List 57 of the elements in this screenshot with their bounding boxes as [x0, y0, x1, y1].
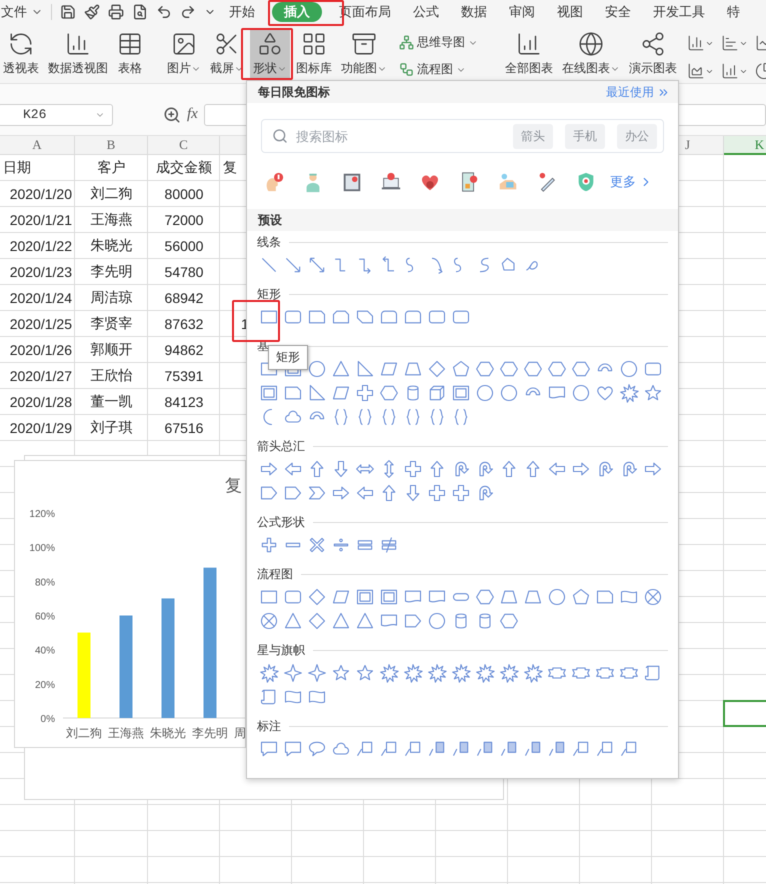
table-cell-text: 2020/1/26	[8, 340, 73, 360]
table-cell-text: 94862	[164, 340, 204, 360]
axis-label: 100%	[29, 543, 55, 554]
table-cell-text: 87632	[164, 314, 204, 334]
table-cell-text: 朱晓光	[90, 236, 134, 254]
section-title: 箭头总汇	[257, 438, 305, 454]
table-cell-text: 李贤宰	[90, 314, 134, 332]
axis-label: 80%	[34, 577, 55, 588]
table-cell-text: 郭顺开	[90, 340, 134, 358]
axis-label: 40%	[34, 646, 55, 657]
category-label: 李先明	[192, 726, 228, 740]
section-title: 线条	[257, 234, 281, 250]
table-cell-text: 2020/1/22	[8, 236, 73, 256]
axis-label: 120%	[29, 509, 55, 520]
table-cell-text: 84123	[164, 392, 204, 412]
section-band: 预设	[247, 209, 678, 231]
table-cell-text: 刘二狗	[90, 184, 134, 202]
table-cell-text: 刘子琪	[90, 418, 134, 436]
section-title: 星与旗帜	[257, 642, 305, 658]
axis-label: 20%	[34, 680, 55, 691]
table-cell-text: 54780	[164, 262, 204, 282]
section-title: 流程图	[257, 566, 293, 582]
table-cell-text: 周洁琼	[90, 288, 134, 306]
table-cell-text: 75391	[164, 366, 204, 386]
table-cell-text: 2020/1/29	[8, 418, 73, 438]
column-title: 客户	[96, 158, 126, 176]
axis-label: 0%	[40, 714, 55, 725]
table-cell-text: 王海燕	[90, 210, 134, 228]
table-cell-text: 2020/1/24	[8, 288, 73, 308]
table-cell-text: 董一凯	[90, 392, 134, 410]
chart-title: 复	[225, 476, 242, 495]
column-title: 复	[222, 158, 238, 176]
table-cell-text: 2020/1/21	[8, 210, 73, 230]
table-cell-text: 2020/1/23	[8, 262, 73, 282]
category-label: 周	[234, 726, 245, 740]
panel-title: 每日限免图标	[258, 84, 330, 100]
category-label: 刘二狗	[66, 726, 102, 740]
axis-label: 60%	[34, 612, 55, 622]
column-title: 日期	[2, 158, 32, 176]
table-cell-text: 67516	[164, 418, 204, 438]
table-cell-text: 王欣怡	[90, 366, 134, 384]
table-cell-text: 68942	[164, 288, 204, 308]
category-label: 王海燕	[108, 726, 144, 740]
table-cell-text: 2020/1/25	[8, 314, 73, 334]
section-title: 矩形	[257, 286, 281, 302]
table-cell-text: 李先明	[90, 262, 134, 280]
table-cell-text: 2020/1/28	[8, 392, 73, 412]
table-cell-text: 72000	[164, 210, 204, 230]
category-label: 朱晓光	[150, 726, 186, 740]
table-cell-text: 2020/1/20	[8, 184, 73, 204]
section-title: 公式形状	[257, 514, 305, 530]
column-title: 成交金额	[155, 158, 213, 176]
tooltip: 矩形	[268, 345, 308, 370]
table-cell-text: 80000	[164, 184, 204, 204]
table-cell-text: 2020/1/27	[8, 366, 73, 386]
table-cell-text: 56000	[164, 236, 204, 256]
section-title: 标注	[257, 718, 281, 734]
